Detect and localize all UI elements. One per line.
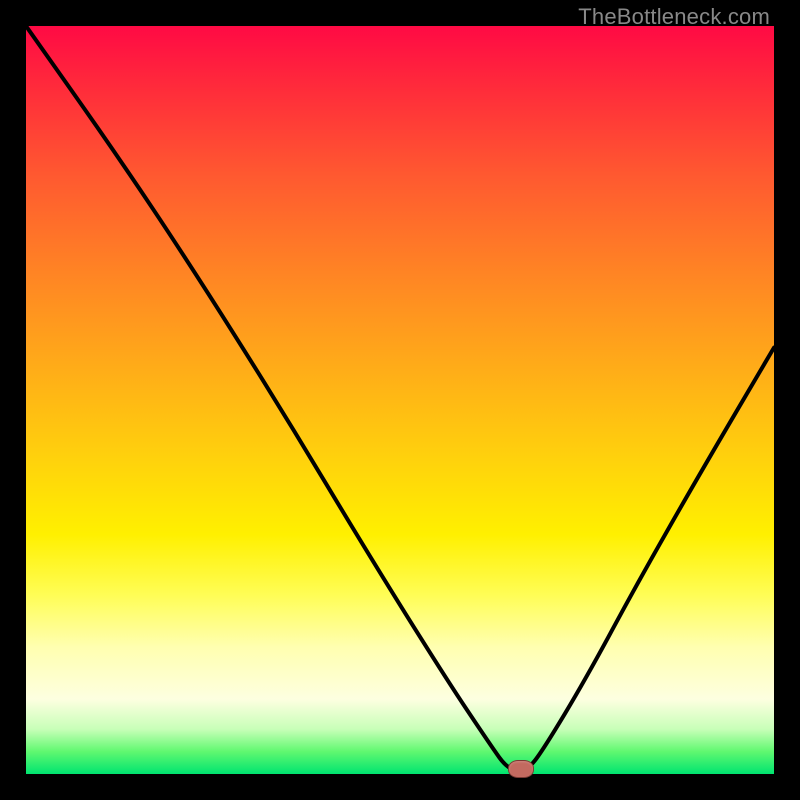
optimal-point-marker (508, 760, 534, 778)
bottleneck-curve (26, 26, 774, 774)
chart-frame: TheBottleneck.com (0, 0, 800, 800)
plot-area (26, 26, 774, 774)
